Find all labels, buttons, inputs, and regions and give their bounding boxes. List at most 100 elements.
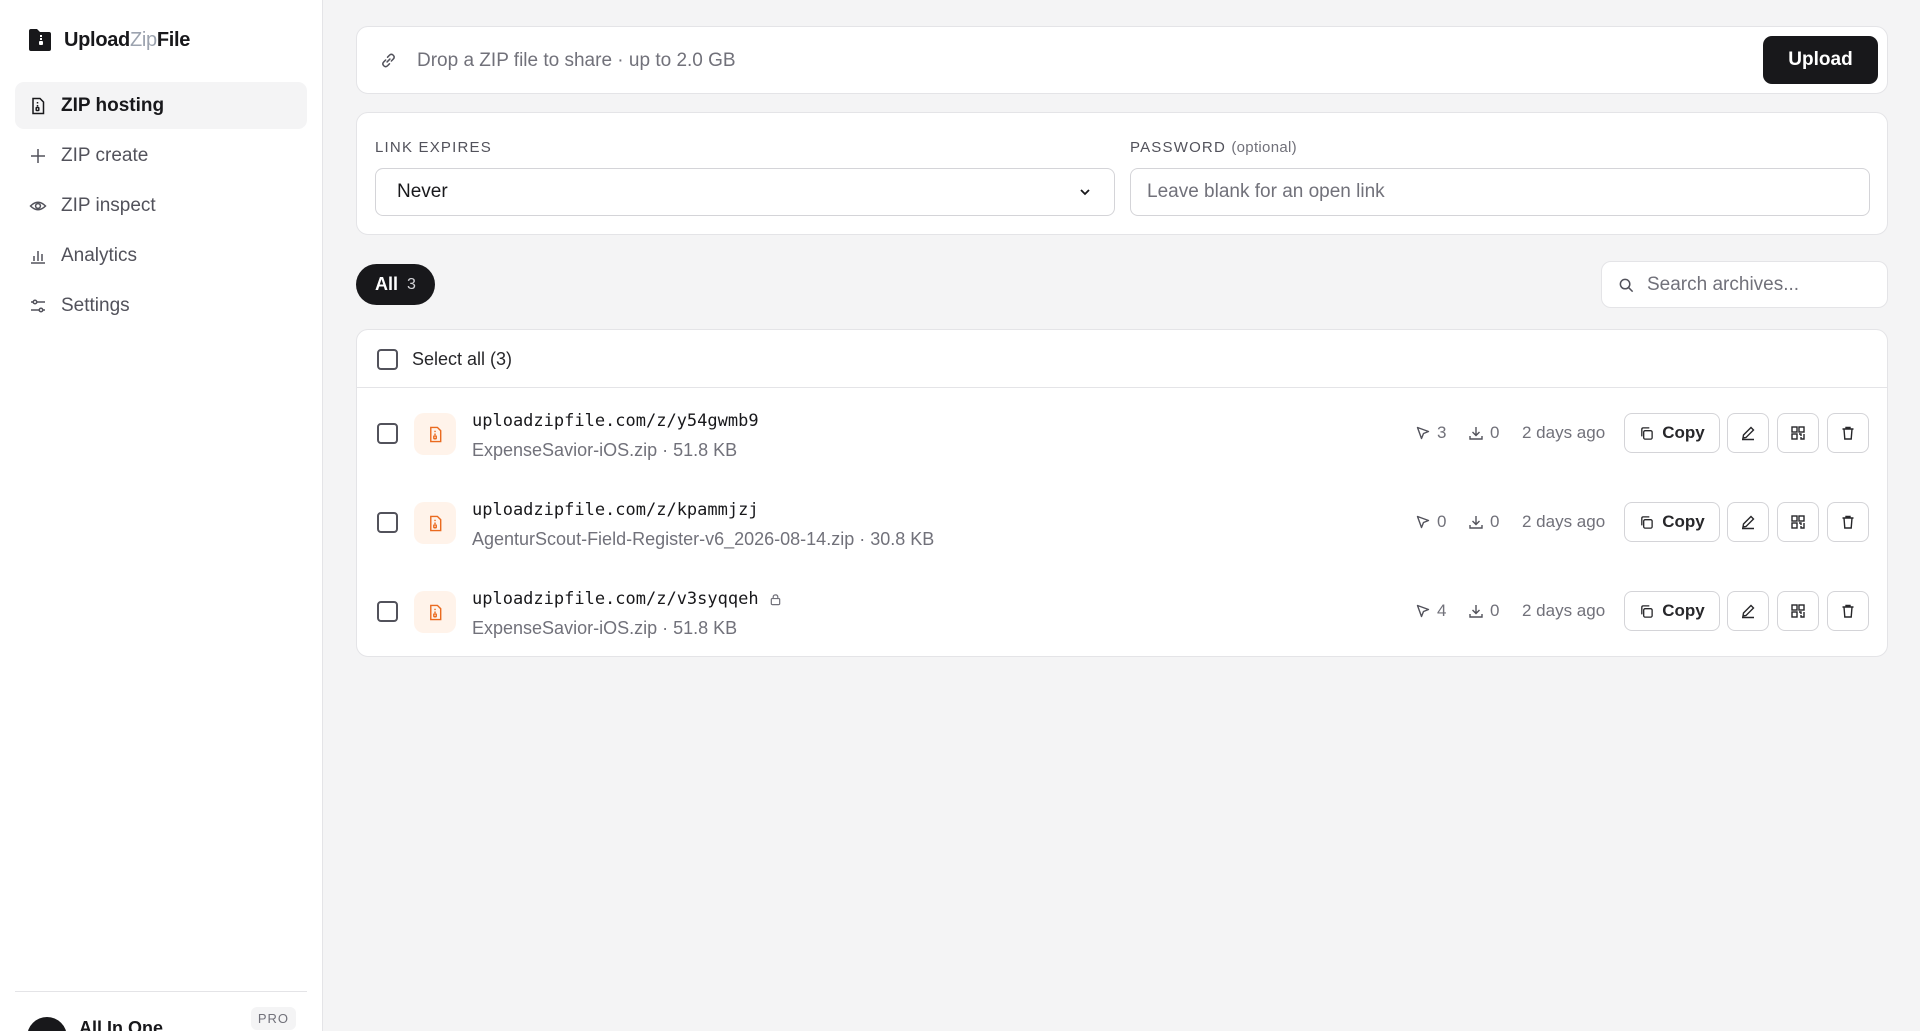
archive-row: uploadzipfile.com/z/v3syqqeh ExpenseSavi… [357,567,1887,656]
upload-dropzone[interactable]: Drop a ZIP file to share · up to 2.0 GB … [356,26,1888,94]
click-count-value: 3 [1437,423,1447,442]
brand-name-part2: Zip [129,28,157,51]
upload-options: LINK EXPIRES Never PASSWORD (optional) [356,112,1888,235]
password-optional-hint: (optional) [1231,139,1297,156]
copy-icon [1641,426,1654,440]
eye-icon [29,201,47,210]
sidebar-item-label: ZIP inspect [61,194,156,216]
share-link[interactable]: uploadzipfile.com/z/y54gwmb9 [472,411,759,431]
select-all-checkbox[interactable] [377,349,398,370]
file-zip-icon [32,97,45,114]
file-zip-icon [414,502,456,544]
delete-button[interactable] [1827,591,1869,631]
archive-row: uploadzipfile.com/z/y54gwmb9 ExpenseSavi… [357,389,1887,478]
brand-name: Upload Zip File [64,29,190,52]
download-count: 0 [1468,512,1499,532]
click-count-value: 4 [1437,601,1447,620]
pencil-icon [1742,515,1755,530]
delete-button[interactable] [1827,502,1869,542]
copy-link-button[interactable]: Copy [1624,591,1720,631]
download-count-value: 0 [1490,423,1500,442]
click-count: 4 [1415,601,1446,621]
edit-button[interactable] [1727,413,1769,453]
link-expires-label: LINK EXPIRES [375,139,492,156]
password-label-text: PASSWORD [1130,139,1226,156]
search-box [1601,261,1888,308]
qr-code-button[interactable] [1777,413,1819,453]
folder-zip-icon [29,29,51,51]
upload-button[interactable]: Upload [1763,36,1878,84]
download-count: 0 [1468,423,1499,443]
link-expires-select[interactable]: Never [375,168,1115,216]
copy-icon [1641,604,1654,618]
brand[interactable]: Upload Zip File [27,25,190,55]
download-count-value: 0 [1490,512,1500,531]
sidebar-item-settings[interactable]: Settings [15,282,307,329]
filter-label: All [375,274,399,294]
password-label: PASSWORD (optional) [1130,139,1297,156]
row-checkbox[interactable] [377,512,398,533]
qr-code-button[interactable] [1777,591,1819,631]
upload-age: 2 days ago [1522,423,1606,442]
cursor-icon [1416,515,1430,529]
click-count: 0 [1415,512,1446,532]
share-link-text: uploadzipfile.com/z/kpammjzj [472,500,759,520]
sliders-icon [31,298,45,313]
select-all-label: Select all (3) [412,349,513,369]
sidebar-nav: ZIP hosting ZIP create ZIP inspect Analy… [15,82,307,332]
sidebar-item-label: ZIP create [61,144,149,166]
link-icon [382,53,395,68]
pencil-icon [1742,426,1755,441]
qr-code-button[interactable] [1777,502,1819,542]
trash-icon [1842,515,1854,529]
download-icon [1469,605,1483,618]
list-header: Select all (3) [357,330,1887,388]
password-input[interactable] [1130,168,1870,216]
trash-icon [1842,426,1854,440]
download-count-value: 0 [1490,601,1500,620]
copy-label: Copy [1662,423,1705,442]
qr-code-icon [1791,426,1805,440]
archive-list: Select all (3) uploadzipfile.com/z/y54gw… [356,329,1888,657]
copy-link-button[interactable]: Copy [1624,502,1720,542]
file-zip-icon [414,413,456,455]
file-meta: ExpenseSavior-iOS.zip · 51.8 KB [472,440,738,460]
click-count: 3 [1415,423,1446,443]
row-checkbox[interactable] [377,423,398,444]
download-icon [1469,516,1483,529]
filter-count: 3 [407,275,416,293]
upload-age: 2 days ago [1522,601,1606,620]
sidebar-item-zip-inspect[interactable]: ZIP inspect [15,182,307,229]
search-icon [1619,278,1634,293]
brand-name-part1: Upload [64,28,130,51]
sidebar-item-zip-create[interactable]: ZIP create [15,132,307,179]
share-link[interactable]: uploadzipfile.com/z/kpammjzj [472,500,759,520]
cursor-icon [1416,426,1430,440]
qr-code-icon [1791,515,1805,529]
user-menu[interactable]: All In One PRO [15,991,307,1031]
filter-all-tab[interactable]: All 3 [356,264,435,305]
pencil-icon [1742,604,1755,619]
edit-button[interactable] [1727,502,1769,542]
upload-age: 2 days ago [1522,512,1606,531]
share-link[interactable]: uploadzipfile.com/z/v3syqqeh [472,589,782,609]
plus-icon [31,148,45,163]
chevron-down-icon [1080,189,1090,196]
sidebar-item-label: ZIP hosting [61,94,165,116]
share-link-text: uploadzipfile.com/z/v3syqqeh [472,589,759,609]
search-input[interactable] [1647,262,1877,307]
sidebar-item-zip-hosting[interactable]: ZIP hosting [15,82,307,129]
share-link-text: uploadzipfile.com/z/y54gwmb9 [472,411,759,431]
sidebar-item-label: Settings [61,294,130,316]
bar-chart-icon [31,250,45,264]
edit-button[interactable] [1727,591,1769,631]
download-icon [1469,427,1483,440]
copy-icon [1641,515,1654,529]
delete-button[interactable] [1827,413,1869,453]
sidebar-item-analytics[interactable]: Analytics [15,232,307,279]
download-count: 0 [1468,601,1499,621]
copy-label: Copy [1662,601,1705,620]
click-count-value: 0 [1437,512,1447,531]
copy-link-button[interactable]: Copy [1624,413,1720,453]
row-checkbox[interactable] [377,601,398,622]
